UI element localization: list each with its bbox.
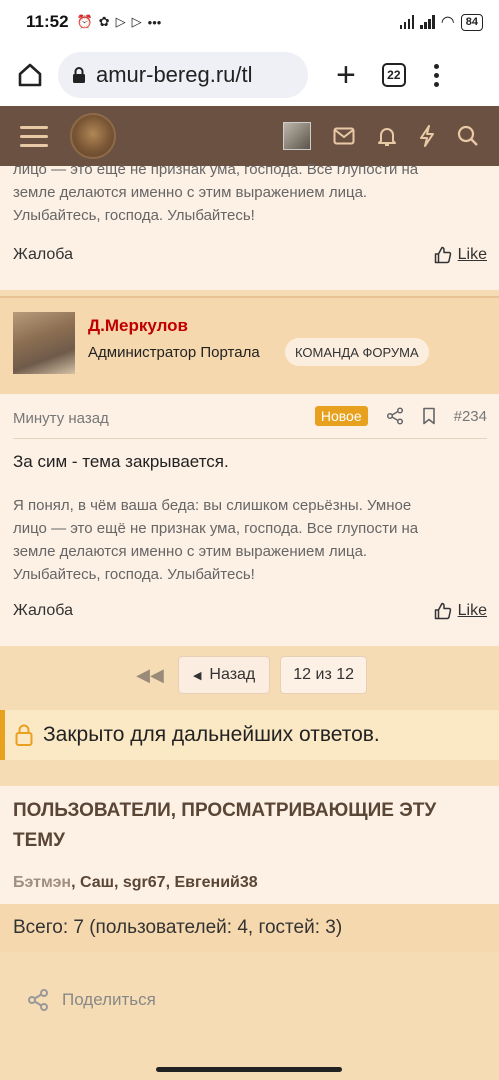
divider [13, 438, 487, 439]
viewers-totals: Всего: 7 (пользователей: 4, гостей: 3) [0, 904, 499, 952]
viewer-link[interactable]: Саш [80, 874, 114, 891]
viewer-link[interactable]: Евгений38 [174, 874, 257, 891]
post-234: Минуту назад Новое #234 За сим - тема за… [0, 394, 499, 646]
share-icon [28, 989, 48, 1011]
chevron-left-icon: ◀ [192, 669, 202, 682]
signal-icon-2 [420, 15, 435, 29]
signature-text: Я понял, в чём ваша беда: вы слишком сер… [13, 497, 419, 583]
post-previous: лицо — это ещё не признак ума, господа. … [0, 161, 499, 290]
signature-text: лицо — это ещё не признак ума, господа. … [13, 161, 419, 224]
home-button[interactable] [12, 57, 48, 93]
author-role: Администратор Портала [88, 344, 260, 361]
alarm-icon: ⏰ [76, 14, 93, 29]
site-logo[interactable] [70, 113, 116, 159]
viewers-block: ПОЛЬЗОВАТЕЛИ, ПРОСМАТРИВАЮЩИЕ ЭТУ ТЕМУ Б… [0, 786, 499, 904]
closed-notice-text: Закрыто для дальнейших ответов. [43, 723, 380, 746]
prev-page-button[interactable]: ◀ Назад [177, 656, 271, 694]
search-icon[interactable] [457, 125, 479, 147]
page-indicator[interactable]: 12 из 12 [280, 656, 368, 694]
report-link[interactable]: Жалоба [13, 246, 73, 264]
play-icon-2: ▷ [131, 14, 142, 29]
app-notification-icon: ✿ [98, 14, 110, 29]
menu-icon[interactable] [20, 125, 48, 147]
viewers-title: ПОЛЬЗОВАТЕЛИ, ПРОСМАТРИВАЮЩИЕ ЭТУ ТЕМУ [13, 800, 437, 851]
new-badge: Новое [314, 406, 368, 426]
viewer-link[interactable]: sgr67 [123, 874, 166, 891]
like-button[interactable]: Like [434, 602, 487, 620]
signal-icon [399, 15, 415, 29]
post-message: За сим - тема закрывается. [13, 452, 229, 471]
thumbs-up-icon [434, 246, 451, 264]
address-bar[interactable]: amur-bereg.ru/tl [58, 52, 308, 98]
mail-icon[interactable] [333, 127, 355, 145]
author-avatar[interactable] [13, 312, 75, 374]
gesture-bar[interactable] [156, 1067, 342, 1072]
thumbs-up-icon [434, 602, 451, 620]
home-icon [18, 63, 42, 87]
user-avatar[interactable] [283, 122, 311, 150]
author-name[interactable]: Д.Меркулов [88, 316, 188, 336]
post-number[interactable]: #234 [454, 408, 487, 425]
tab-switcher-button[interactable]: 22 [381, 63, 406, 87]
bell-icon[interactable] [377, 125, 397, 147]
wifi-icon: ◠ [440, 14, 455, 31]
report-link[interactable]: Жалоба [13, 602, 73, 620]
play-icon: ▷ [115, 14, 126, 29]
new-tab-button[interactable]: + [336, 58, 356, 92]
team-badge: КОМАНДА ФОРУМА [285, 338, 429, 366]
lightning-icon[interactable] [419, 125, 435, 147]
share-section: Поделиться [0, 952, 499, 1080]
lock-icon [15, 724, 33, 746]
share-button[interactable]: Поделиться [26, 988, 156, 1012]
lock-icon [73, 67, 85, 83]
browser-toolbar: amur-bereg.ru/tl + 22 [0, 44, 499, 106]
share-icon[interactable] [386, 407, 404, 425]
post-actions: Жалоба Like [13, 246, 487, 264]
like-button[interactable]: Like [434, 246, 487, 264]
post-author-header: Д.Меркулов Администратор Портала КОМАНДА… [0, 296, 499, 394]
post-actions: Жалоба Like [13, 602, 487, 620]
battery-icon: 84 [460, 13, 483, 31]
browser-menu-button[interactable] [433, 63, 439, 87]
first-page-button[interactable]: ◀◀ [132, 656, 168, 694]
url-text: amur-bereg.ru/tl [96, 62, 253, 87]
site-header [0, 106, 499, 166]
viewer-link[interactable]: Бэтмэн [13, 874, 71, 891]
status-bar: 11:52 ⏰ ✿ ▷ ▷ ••• ◠ 84 [0, 0, 499, 44]
pagination: ◀◀ ◀ Назад 12 из 12 [0, 646, 499, 704]
bookmark-icon[interactable] [422, 407, 436, 425]
viewer-list: Бэтмэн, Саш, sgr67, Евгений38 [13, 874, 258, 891]
thread-closed-notice: Закрыто для дальнейших ответов. [0, 710, 499, 760]
post-time[interactable]: Минуту назад [13, 410, 109, 427]
status-time: 11:52 [26, 12, 69, 31]
more-notifications-icon: ••• [147, 14, 162, 30]
